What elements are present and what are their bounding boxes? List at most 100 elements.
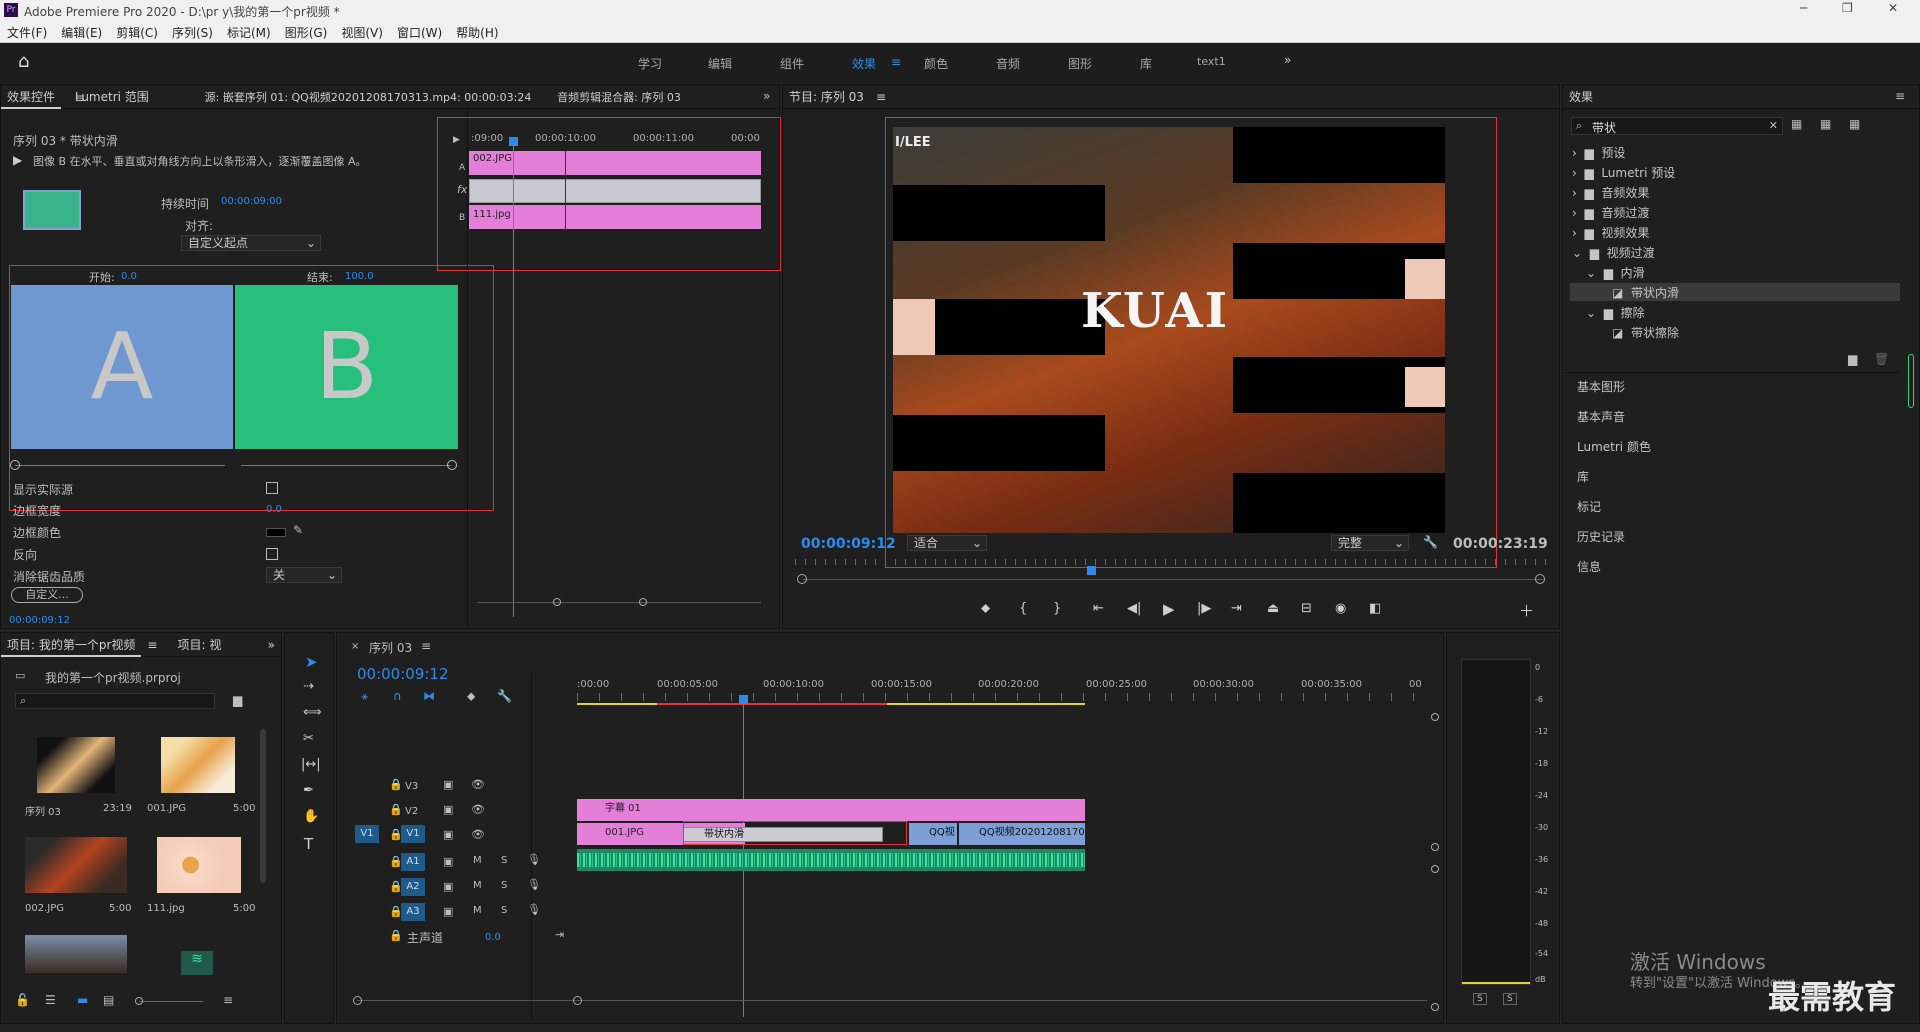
solo-left-button[interactable]: S (1473, 993, 1487, 1005)
button-editor-icon[interactable]: ＋ (1519, 600, 1534, 621)
tree-item-band-wipe[interactable]: ◪ 带状擦除 (1612, 324, 1679, 341)
panel-essential-graphics[interactable]: 基本图形 (1577, 378, 1625, 395)
play-only-transition-icon[interactable]: ▶ (453, 135, 460, 145)
lock-track-icon[interactable]: 🔒 (389, 778, 403, 791)
audio-waveform-icon[interactable]: ≋ (181, 951, 213, 975)
list-view-icon[interactable]: ☰ (45, 993, 56, 1007)
tab-audio[interactable]: 音频 (996, 55, 1020, 72)
track-label-v1[interactable]: V1 (401, 825, 425, 843)
hand-tool-icon[interactable]: ✋ (303, 809, 319, 824)
play-icon[interactable]: ▶ (1163, 600, 1175, 618)
sync-lock-icon[interactable]: ▣ (443, 828, 453, 841)
close-tab-icon[interactable]: × (351, 641, 359, 652)
slip-tool-icon[interactable]: |↔| (301, 757, 321, 772)
sync-lock-icon[interactable]: ▣ (443, 905, 453, 918)
timeline-title[interactable]: 序列 03 (369, 639, 412, 656)
type-tool-icon[interactable]: T (304, 835, 313, 853)
tab-text1[interactable]: text1 (1197, 55, 1226, 68)
end-slider-track[interactable] (241, 465, 451, 466)
minimize-icon[interactable]: ─ (1800, 1, 1807, 15)
timeline-scrollbar[interactable] (1431, 713, 1439, 1013)
menu-view[interactable]: 视图(V) (334, 21, 390, 44)
lock-track-icon[interactable]: 🔒 (389, 803, 403, 816)
linked-selection-icon[interactable]: ⧓ (423, 689, 435, 703)
new-bin-icon[interactable]: ▆ (233, 693, 242, 707)
panel-info[interactable]: 信息 (1577, 558, 1601, 575)
menu-graphics[interactable]: 图形(G) (278, 21, 335, 44)
end-slider-handle[interactable] (447, 460, 457, 470)
wrench-icon[interactable]: 🔧 (1423, 535, 1438, 549)
freeform-view-icon[interactable]: ▤ (103, 993, 114, 1007)
effects-search[interactable]: ⌕ 带状 ✕ (1571, 117, 1783, 135)
selection-tool-icon[interactable]: ➤ (305, 653, 318, 671)
track-select-tool-icon[interactable]: ⇢ (303, 679, 314, 694)
clear-search-icon[interactable]: ✕ (1769, 119, 1778, 132)
mini-playhead-handle[interactable] (509, 137, 518, 146)
tree-item-video-effects[interactable]: › ▆ 视频效果 (1572, 224, 1649, 241)
resolution-dropdown[interactable]: 完整 ⌄ (1331, 535, 1409, 551)
lock-track-icon[interactable]: 🔒 (389, 929, 403, 942)
lock-icon[interactable]: 🔓 (15, 993, 30, 1007)
zoom-handle[interactable] (353, 996, 362, 1005)
program-video-frame[interactable]: KUAI I/LEE (893, 127, 1445, 533)
eye-icon[interactable]: 👁 (471, 803, 485, 816)
track-label-v2[interactable]: V2 (405, 806, 418, 817)
tree-item-audio-transitions[interactable]: › ▆ 音频过渡 (1572, 204, 1649, 221)
new-bin-icon[interactable]: ▆ (1848, 352, 1857, 366)
lift-icon[interactable]: ⏏ (1267, 601, 1279, 616)
sync-lock-icon[interactable]: ▣ (443, 803, 453, 816)
track-label-v3[interactable]: V3 (405, 781, 418, 792)
microphone-icon[interactable]: 🎙 (527, 903, 541, 916)
track-label-a3[interactable]: A3 (401, 903, 425, 921)
panel-menu-icon[interactable]: ≡ (75, 91, 85, 105)
add-marker-icon[interactable]: ⬥ (467, 689, 475, 704)
panel-menu-icon[interactable]: ≡ (1895, 89, 1905, 103)
audio-meter[interactable] (1461, 659, 1531, 985)
timeline-zoom-scrollbar[interactable] (357, 1000, 1427, 1001)
tree-item-band-slide[interactable]: ◪ 带状内滑 (1612, 284, 1679, 301)
thumbnail-111[interactable] (157, 837, 241, 893)
tab-graphics[interactable]: 图形 (1068, 55, 1092, 72)
tab-effect-controls[interactable]: 效果控件 (1, 90, 62, 109)
effects-panel-title[interactable]: 效果 (1563, 90, 1599, 104)
mark-in-icon[interactable]: { (1019, 601, 1027, 616)
restore-icon[interactable]: ❐ (1842, 1, 1853, 15)
thumbnail-video[interactable] (25, 935, 127, 973)
zoom-handle[interactable] (573, 996, 582, 1005)
panel-menu-icon[interactable]: ≡ (421, 639, 431, 653)
video-clip-qq-2[interactable]: QQ视频202012081703 (959, 823, 1085, 845)
mini-playhead[interactable] (513, 139, 514, 617)
menu-sequence[interactable]: 序列(S) (165, 21, 220, 44)
sync-lock-icon[interactable]: ▣ (443, 880, 453, 893)
home-icon[interactable]: ⌂ (18, 51, 29, 72)
tree-item-audio-effects[interactable]: › ▆ 音频效果 (1572, 184, 1649, 201)
menu-clip[interactable]: 剪辑(C) (109, 21, 165, 44)
ripple-edit-tool-icon[interactable]: ⟺ (303, 705, 322, 720)
microphone-icon[interactable]: 🎙 (527, 878, 541, 891)
master-volume-value[interactable]: 0.0 (485, 932, 501, 943)
32bit-effects-icon[interactable]: ▦ (1820, 117, 1831, 131)
start-value[interactable]: 0.0 (121, 271, 137, 282)
expand-panels-icon[interactable]: » (262, 633, 281, 657)
start-slider-handle[interactable] (10, 460, 20, 470)
tab-learning[interactable]: 学习 (638, 55, 662, 72)
tab-editing[interactable]: 编辑 (708, 55, 732, 72)
thumbnail-001[interactable] (161, 737, 235, 793)
anti-aliasing-dropdown[interactable]: 关 ⌄ (266, 567, 342, 583)
solo-right-button[interactable]: S (1503, 993, 1517, 1005)
panel-history[interactable]: 历史记录 (1577, 528, 1625, 545)
menu-marker[interactable]: 标记(M) (220, 21, 278, 44)
panel-libraries[interactable]: 库 (1577, 468, 1589, 485)
reverse-checkbox[interactable] (266, 548, 278, 560)
thumbnail-size-slider[interactable] (139, 1001, 203, 1002)
thumbnail-sequence[interactable] (37, 737, 115, 793)
tab-audio-clip-mixer[interactable]: 音频剪辑混合器: 序列 03 (551, 91, 687, 104)
program-ruler[interactable] (795, 557, 1551, 567)
delete-icon[interactable]: 🗑 (1874, 352, 1889, 366)
tree-item-video-transitions[interactable]: ⌄ ▆ 视频过渡 (1572, 244, 1655, 261)
zoom-handle[interactable] (1535, 574, 1545, 584)
extract-icon[interactable]: ⊟ (1301, 601, 1312, 616)
mark-out-icon[interactable]: } (1053, 601, 1061, 616)
timeline-ruler[interactable] (577, 693, 1417, 701)
mute-button[interactable]: M (473, 880, 482, 891)
